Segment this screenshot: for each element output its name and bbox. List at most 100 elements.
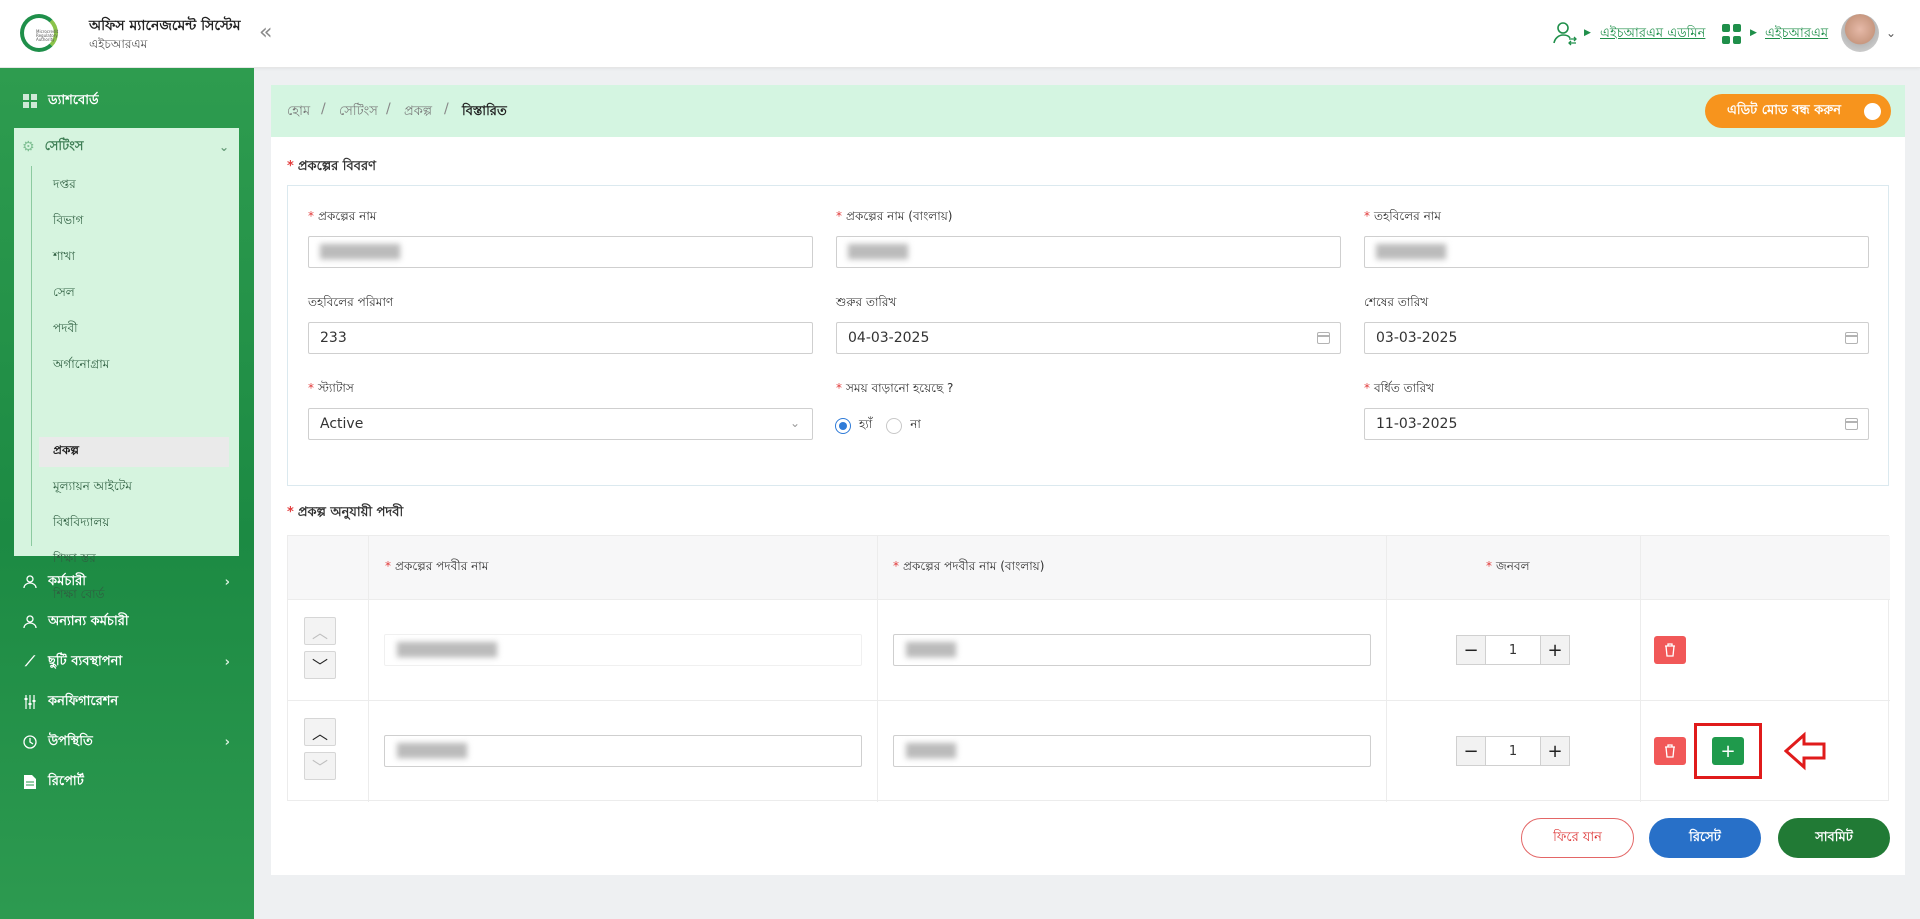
breadcrumb-project[interactable]: প্রকল্প [404, 102, 432, 123]
designation-name-bn-input[interactable]: █████ [893, 735, 1371, 767]
sidebar-item-label: কনফিগারেশন [48, 693, 119, 709]
chevron-up-icon: ⌄ [218, 140, 229, 154]
project-name-bn-label: * প্রকল্পের নাম (বাংলায়) [836, 209, 953, 223]
sidebar-subitem[interactable]: সেল [39, 279, 229, 309]
sidebar-item-label: সেটিংস [44, 138, 84, 154]
calendar-icon[interactable] [1845, 332, 1858, 344]
increment-button[interactable]: + [1540, 635, 1570, 665]
section-title-details: * প্রকল্পের বিবরণ [287, 159, 376, 174]
chevron-right-icon: › [224, 734, 230, 750]
radio-no-label: না [910, 417, 921, 431]
fund-amount-label: তহবিলের পরিমাণ [308, 295, 394, 309]
user-group-icon [22, 614, 38, 630]
sidebar-subitem[interactable]: অর্গানোগ্রাম [39, 351, 229, 381]
sidebar-item-report[interactable]: রিপোর্ট [14, 765, 240, 799]
module-link[interactable]: এইচআরএম [1765, 24, 1828, 45]
breadcrumb-settings[interactable]: সেটিংস [339, 102, 378, 123]
start-date-label: শুরুর তারিখ [836, 295, 897, 309]
calendar-icon[interactable] [1317, 332, 1330, 344]
column-header: * প্রকল্পের পদবীর নাম (বাংলায়) [893, 559, 1045, 573]
start-date-input[interactable]: 04-03-2025 [836, 322, 1341, 354]
sidebar-item-label: রিপোর্ট [48, 773, 84, 789]
status-label: * স্ট্যাটাস [308, 381, 354, 395]
breadcrumb-current: বিস্তারিত [462, 104, 507, 119]
status-select[interactable]: Active ⌄ [308, 408, 813, 440]
sidebar-subitem[interactable]: দপ্তর [39, 171, 229, 201]
logo-text: Microcredit Regulatory Authority [36, 29, 59, 42]
user-switch-icon[interactable] [1552, 20, 1578, 46]
fund-amount-input[interactable]: 233 [308, 322, 813, 354]
chevron-down-icon: ⌄ [789, 416, 800, 430]
designation-name-bn-input[interactable]: █████ [893, 634, 1371, 666]
end-date-input[interactable]: 03-03-2025 [1364, 322, 1869, 354]
clock-icon [22, 734, 38, 750]
move-down-button[interactable]: ﹀ [304, 651, 336, 679]
fund-name-input[interactable]: ███████ [1364, 236, 1869, 268]
decrement-button[interactable]: − [1456, 736, 1486, 766]
designation-name-input[interactable]: ██████████ [384, 634, 862, 666]
sidebar-item-leave[interactable]: ⟋ ছুটি ব্যবস্থাপনা › [14, 645, 240, 679]
back-button[interactable]: ফিরে যান [1521, 818, 1634, 858]
extended-label: * সময় বাড়ানো হয়েছে ? [836, 381, 954, 395]
arrow-left-icon [1784, 731, 1826, 771]
sidebar-item-settings[interactable]: ⚙ সেটিংস ⌄ [14, 128, 239, 166]
chevron-right-icon: › [224, 654, 230, 670]
sidebar-subitem[interactable]: বিভাগ [39, 207, 229, 237]
breadcrumb-home[interactable]: হোম [287, 102, 310, 123]
sidebar-subitem[interactable]: শাখা [39, 243, 229, 273]
caret-right-icon: ▶ [1750, 28, 1757, 38]
move-up-button[interactable]: ︿ [304, 617, 336, 645]
collapse-sidebar-button[interactable]: « [259, 22, 272, 44]
toggle-knob [1864, 103, 1881, 120]
sidebar: ড্যাশবোর্ড ⚙ সেটিংস ⌄ দপ্তর বিভাগ শাখা স… [0, 68, 254, 919]
move-up-button[interactable]: ︿ [304, 718, 336, 746]
designation-name-input[interactable]: ███████ [384, 735, 862, 767]
breadcrumb-separator: / [321, 101, 326, 117]
move-down-button[interactable]: ﹀ [304, 752, 336, 780]
breadcrumb: হোম / সেটিংস / প্রকল্প / বিস্তারিত এডিট … [271, 85, 1905, 137]
extended-radio-group: হ্যাঁ না [835, 416, 921, 436]
project-name-input[interactable]: ████████ [308, 236, 813, 268]
manpower-value[interactable]: 1 [1486, 736, 1540, 766]
radio-yes[interactable] [835, 418, 851, 434]
column-header: * জনবল [1486, 559, 1530, 573]
sidebar-subitem[interactable]: মূল্যায়ন আইটেম [39, 473, 229, 503]
project-name-bn-input[interactable]: ██████ [836, 236, 1341, 268]
extended-date-label: * বর্ধিত তারিখ [1364, 381, 1435, 395]
sidebar-subitem-active[interactable]: প্রকল্প [39, 437, 229, 467]
delete-row-button[interactable] [1654, 636, 1686, 664]
reset-button[interactable]: রিসেট [1649, 818, 1761, 858]
column-header: * প্রকল্পের পদবীর নাম [385, 559, 489, 573]
sidebar-item-attendance[interactable]: উপস্থিতি › [14, 725, 240, 759]
end-date-label: শেষের তারিখ [1364, 295, 1429, 309]
table-row: ︿ ﹀ ███████ █████ − 1 + + [288, 701, 1890, 802]
calendar-icon[interactable] [1845, 418, 1858, 430]
sidebar-item-configuration[interactable]: কনফিগারেশন [14, 685, 240, 719]
sidebar-item-dashboard[interactable]: ড্যাশবোর্ড [14, 84, 240, 118]
edit-mode-toggle[interactable]: এডিট মোড বন্ধ করুন [1705, 94, 1891, 128]
project-name-label: * প্রকল্পের নাম [308, 209, 377, 223]
section-title-designations: * প্রকল্প অনুযায়ী পদবী [287, 505, 404, 520]
edit-mode-label: এডিট মোড বন্ধ করুন [1727, 102, 1842, 118]
sidebar-item-other-employee[interactable]: অন্যান্য কর্মচারী [14, 605, 240, 639]
sidebar-subitem[interactable]: বিশ্ববিদ্যালয় [39, 509, 229, 539]
delete-row-button[interactable] [1654, 737, 1686, 765]
submit-button[interactable]: সাবমিট [1778, 818, 1890, 858]
project-details-card: * প্রকল্পের নাম ████████ * প্রকল্পের নাম (… [287, 185, 1889, 486]
extended-date-input[interactable]: 11-03-2025 [1364, 408, 1869, 440]
sidebar-subitem[interactable]: পদবী [39, 315, 229, 345]
decrement-button[interactable]: − [1456, 635, 1486, 665]
apps-grid-icon[interactable] [1722, 24, 1742, 44]
app-title: অফিস ম্যানেজমেন্ট সিস্টেম [89, 18, 241, 34]
radio-no[interactable] [886, 418, 903, 434]
app-subtitle: এইচআরএম [89, 37, 148, 51]
sliders-icon [22, 694, 38, 710]
sidebar-item-label: ছুটি ব্যবস্থাপনা [48, 653, 123, 669]
manpower-value[interactable]: 1 [1486, 635, 1540, 665]
sidebar-item-employee[interactable]: কর্মচারী › [14, 565, 240, 599]
increment-button[interactable]: + [1540, 736, 1570, 766]
admin-user-link[interactable]: এইচআরএম এডমিন [1600, 24, 1705, 45]
add-row-button[interactable]: + [1712, 737, 1744, 765]
chevron-down-icon[interactable]: ⌄ [1886, 26, 1896, 40]
avatar[interactable] [1841, 14, 1879, 52]
